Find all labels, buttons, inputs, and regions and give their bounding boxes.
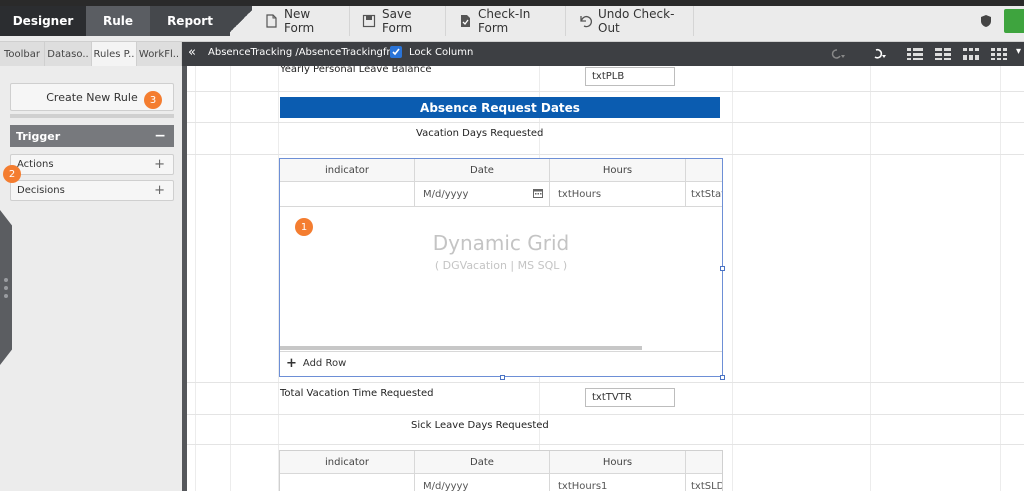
grid-cell-indicator[interactable] [280, 182, 415, 206]
grid-cell-date[interactable]: M/d/yyyy [415, 474, 550, 491]
tab-toolbar[interactable]: Toolbar [0, 42, 45, 66]
layout-grid-4-icon[interactable] [986, 44, 1012, 64]
layout-grid-3-icon[interactable] [958, 44, 984, 64]
actions-section[interactable]: Actions + [10, 154, 174, 175]
annotation-badge-1: 1 [295, 218, 313, 236]
grid-header-hours: Hours [550, 451, 686, 473]
tab-rules-panel[interactable]: Rules P.. [92, 42, 137, 66]
check-in-form-label: Check-In Form [478, 7, 531, 35]
column-guide [195, 66, 196, 491]
grid-cell-indicator[interactable] [280, 474, 415, 491]
trigger-label: Trigger [16, 129, 61, 143]
add-row-button[interactable]: + Add Row [286, 356, 346, 371]
breadcrumb: AbsenceTracking /AbsenceTrackingfrm [208, 47, 401, 58]
check-in-form-button[interactable]: Check-In Form [446, 6, 566, 36]
new-file-icon [264, 14, 278, 28]
shield-icon[interactable] [976, 12, 996, 30]
grid-cell-status[interactable]: txtSLD [686, 474, 722, 491]
new-form-button[interactable]: New Form [252, 6, 350, 36]
grid-header-extra [686, 159, 722, 181]
grid-cell-hours[interactable]: txtHours1 [550, 474, 686, 491]
tab-rule[interactable]: Rule [86, 6, 150, 36]
divider [10, 114, 174, 118]
tab-workflow[interactable]: WorkFl.. [137, 42, 182, 66]
check-in-icon [458, 14, 472, 28]
yearly-leave-label: Yearly Personal Leave Balance [280, 66, 432, 75]
collapse-icon[interactable]: − [154, 128, 166, 144]
redo-icon[interactable] [826, 44, 852, 64]
green-action-button[interactable] [1004, 9, 1024, 33]
txtTVTR-field[interactable]: txtTVTR [585, 388, 675, 407]
grid-divider [280, 206, 722, 207]
column-guide [732, 66, 733, 491]
decisions-section[interactable]: Decisions + [10, 180, 174, 201]
actions-label: Actions [17, 159, 54, 170]
resize-handle-bottom[interactable] [500, 375, 505, 380]
add-row-label: Add Row [302, 358, 347, 369]
horizontal-scrollbar[interactable] [280, 346, 642, 350]
form-canvas: Yearly Personal Leave Balance txtPLB Abs… [187, 66, 1024, 491]
row-guide [187, 414, 1024, 415]
grid-cell-status[interactable]: txtStat [686, 182, 722, 206]
grid-header-indicator: indicator [280, 451, 415, 473]
row-guide [187, 122, 1024, 123]
column-guide [870, 66, 871, 491]
undo-icon [578, 14, 593, 28]
grid-header-extra [686, 451, 722, 473]
column-guide [1000, 66, 1001, 491]
tab-edge [230, 6, 252, 36]
resize-handle-corner[interactable] [720, 375, 725, 380]
decisions-label: Decisions [17, 185, 65, 196]
plus-icon: + [286, 356, 297, 371]
more-icon[interactable]: ▾ [1016, 46, 1024, 60]
trigger-section[interactable]: Trigger − [10, 125, 174, 147]
lock-column-label: Lock Column [409, 47, 474, 58]
dynamic-grid-vacation[interactable]: indicator Date Hours M/d/yyyy txtHours t… [279, 158, 723, 377]
tab-datasources[interactable]: Dataso.. [45, 42, 92, 66]
row-guide [187, 91, 1024, 92]
grid-divider [280, 351, 722, 352]
txtPLB-field[interactable]: txtPLB [585, 67, 675, 86]
row-guide [187, 154, 1024, 155]
vacation-days-label: Vacation Days Requested [416, 128, 544, 139]
grid-header-indicator: indicator [280, 159, 415, 181]
section-header: Absence Request Dates [280, 97, 720, 118]
save-form-label: Save Form [382, 7, 413, 35]
layout-grid-1-icon[interactable] [902, 44, 928, 64]
expand-icon[interactable]: + [154, 183, 165, 198]
grid-header-date: Date [415, 159, 550, 181]
save-form-button[interactable]: Save Form [350, 6, 446, 36]
grip-dots-icon [4, 278, 8, 302]
grid-cell-hours[interactable]: txtHours [550, 182, 686, 206]
save-icon [362, 14, 376, 28]
collapse-panel-icon[interactable]: « [188, 45, 196, 60]
layout-grid-2-icon[interactable] [930, 44, 956, 64]
expand-icon[interactable]: + [154, 157, 165, 172]
new-form-label: New Form [284, 7, 315, 35]
resize-handle-right[interactable] [720, 266, 725, 271]
tab-designer[interactable]: Designer [0, 6, 86, 36]
undo-check-out-label: Undo Check-Out [598, 7, 675, 35]
grid-header-hours: Hours [550, 159, 686, 181]
calendar-icon[interactable] [533, 188, 543, 201]
annotation-badge-3: 3 [144, 91, 162, 109]
row-guide [187, 382, 1024, 383]
sick-leave-label: Sick Leave Days Requested [411, 420, 549, 431]
undo-icon[interactable] [866, 44, 892, 64]
grid-header-date: Date [415, 451, 550, 473]
grid-cell-date[interactable]: M/d/yyyy [415, 182, 550, 206]
row-guide [187, 444, 1024, 445]
grid-watermark-subtitle: ( DGVacation | MS SQL ) [434, 259, 568, 272]
tab-report[interactable]: Report [150, 6, 230, 36]
date-placeholder: M/d/yyyy [423, 188, 469, 200]
grid-watermark-title: Dynamic Grid [432, 231, 570, 255]
total-vacation-label: Total Vacation Time Requested [280, 388, 434, 399]
undo-check-out-button[interactable]: Undo Check-Out [566, 6, 694, 36]
column-guide [230, 66, 231, 491]
annotation-badge-2: 2 [3, 165, 21, 183]
dynamic-grid-sick[interactable]: indicator Date Hours M/d/yyyy txtHours1 … [279, 450, 723, 491]
lock-column-checkbox[interactable] [390, 46, 402, 58]
